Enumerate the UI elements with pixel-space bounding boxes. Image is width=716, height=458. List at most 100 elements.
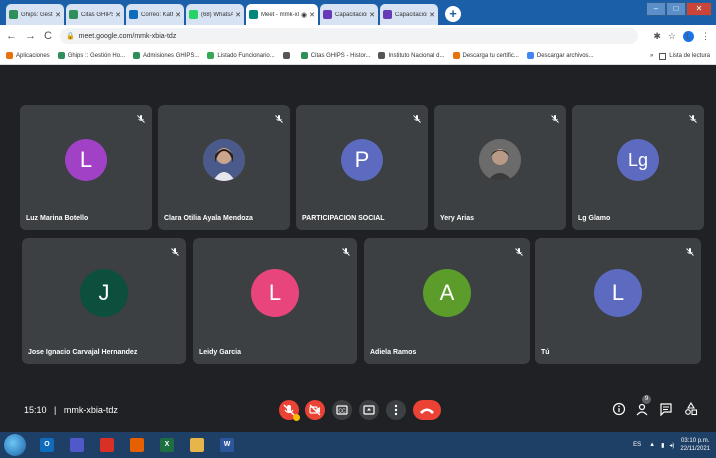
audio-icon[interactable]: ◉ [301, 11, 307, 19]
reload-icon[interactable]: C [44, 30, 52, 42]
forms-icon [383, 10, 392, 19]
tab-label: Capacitación Debe [335, 11, 368, 18]
firefox-icon[interactable] [124, 435, 150, 455]
participant-avatar: Lg [617, 138, 659, 181]
minimize-button[interactable]: – [646, 2, 666, 16]
participant-tile[interactable]: Lg Lg Glamo [572, 105, 704, 230]
participant-photo [203, 138, 245, 181]
close-window-button[interactable]: ✕ [686, 2, 712, 16]
bookmark-icon [526, 52, 534, 59]
participant-avatar: L [65, 138, 107, 181]
reading-list-link[interactable]: Lista de lectura [669, 53, 710, 59]
maximize-button[interactable]: □ [666, 2, 686, 16]
bookmark-label: Descargar archivos... [536, 52, 594, 59]
new-tab-button[interactable]: + [445, 6, 461, 22]
bookmark-label: Aplicaciones [16, 52, 50, 59]
chrome-icon[interactable] [94, 435, 120, 455]
participant-tile[interactable]: J Jose Ignacio Carvajal Hernandez [22, 238, 186, 364]
browser-tab[interactable]: (68) WhatsApp✕ [186, 4, 244, 25]
network-icon[interactable]: ▮ [661, 442, 664, 449]
forward-icon[interactable]: → [25, 30, 36, 42]
participant-name: Clara Otilia Ayala Mendoza [164, 215, 253, 222]
bookmark-label: Listado Funcionario... [217, 52, 275, 59]
outlook-icon[interactable]: O [34, 435, 60, 455]
close-tab-icon[interactable]: ✕ [429, 11, 435, 19]
browser-tab[interactable]: Meet - mmk-xl ◉ ✕ [246, 4, 318, 25]
bookmark-icon [452, 52, 460, 59]
browser-tab[interactable]: Correo: Katherine✕ [126, 4, 184, 25]
bookmark-label: Ghips :: Gestión Ho... [67, 52, 126, 59]
participant-name: Leidy Garcia [199, 349, 242, 356]
language-indicator[interactable]: ES [633, 442, 641, 448]
bookmark-item[interactable]: Admisiones GHIPS... [133, 52, 199, 59]
participant-tile[interactable]: L Luz Marina Botello [20, 105, 152, 230]
bookmark-item[interactable]: Citas GHIPS - Histor... [300, 52, 370, 59]
bookmark-label: Admisiones GHIPS... [143, 52, 200, 59]
bookmarks-more-icon[interactable]: » [650, 53, 653, 59]
close-tab-icon[interactable]: ✕ [309, 11, 315, 19]
back-icon[interactable]: ← [6, 30, 17, 42]
close-tab-icon[interactable]: ✕ [175, 11, 181, 19]
bookmark-item[interactable]: Descarga tu certific... [452, 52, 519, 59]
reading-list-icon[interactable] [659, 52, 667, 60]
bookmark-item[interactable]: Instituto Nacional d... [378, 52, 445, 59]
bookmark-item[interactable]: Listado Funcionario... [207, 52, 275, 59]
browser-tab[interactable]: Ghips: Gestión Hos✕ [6, 4, 64, 25]
clock[interactable]: 03:10 p.m. 22/11/2021 [680, 437, 710, 453]
people-icon[interactable] [635, 402, 649, 416]
app-glyph: X [160, 438, 174, 452]
chat-icon[interactable] [659, 402, 673, 417]
bookmark-item[interactable]: Aplicaciones [6, 52, 50, 59]
browser-tab[interactable]: Citas GHIPS - Histo✕ [66, 4, 124, 25]
start-button[interactable] [4, 434, 26, 456]
folder-icon[interactable] [184, 435, 210, 455]
present-screen-button[interactable] [359, 400, 379, 420]
participant-tile[interactable]: P PARTICIPACION SOCIAL [296, 105, 428, 230]
participant-tile[interactable]: A Adiela Ramos [364, 238, 530, 364]
close-tab-icon[interactable]: ✕ [55, 11, 61, 19]
close-tab-icon[interactable]: ✕ [235, 11, 241, 19]
app-glyph [100, 438, 114, 452]
profile-avatar[interactable]: L [683, 30, 694, 42]
participant-tile[interactable]: Yery Arias [434, 105, 566, 230]
muted-mic-icon [685, 244, 695, 256]
url-field[interactable]: 🔒 meet.google.com/mmk-xbia-tdz [59, 28, 639, 44]
meeting-details-icon[interactable] [612, 402, 626, 416]
more-options-button[interactable] [386, 400, 406, 420]
browser-tab[interactable]: Capacitación Debe✕ [320, 4, 378, 25]
word-icon[interactable]: W [214, 435, 240, 455]
window-controls: – □ ✕ [646, 2, 712, 16]
camera-off-button[interactable] [305, 400, 325, 420]
activities-icon[interactable] [684, 401, 698, 416]
app-glyph: W [220, 438, 234, 452]
leave-call-button[interactable] [413, 400, 441, 420]
screen: Ghips: Gestión Hos✕Citas GHIPS - Histo✕C… [0, 0, 716, 458]
forms-icon [323, 10, 332, 19]
tray-arrow-icon[interactable]: ▲ [649, 442, 655, 448]
muted-mic-icon [412, 111, 422, 123]
svg-text:CC: CC [338, 409, 346, 415]
ghips-icon [9, 10, 18, 19]
bookmark-item[interactable]: Ghips :: Gestión Ho... [57, 52, 126, 59]
bookmark-star-icon[interactable]: ☆ [668, 31, 676, 42]
extension-icon[interactable]: ✱ [653, 31, 661, 42]
participant-name: Jose Ignacio Carvajal Hernandez [28, 349, 138, 356]
bookmark-label: Descarga tu certific... [462, 52, 519, 59]
teams-icon[interactable] [64, 435, 90, 455]
browser-menu-icon[interactable]: ⋮ [701, 31, 710, 42]
bookmark-item[interactable] [282, 52, 293, 59]
outlook-icon [129, 10, 138, 19]
participant-tile[interactable]: L Leidy Garcia [193, 238, 357, 364]
volume-icon[interactable]: ◂) [669, 442, 674, 449]
close-tab-icon[interactable]: ✕ [369, 11, 375, 19]
participant-tile[interactable]: L Tú [535, 238, 701, 364]
participant-tile[interactable]: Clara Otilia Ayala Mendoza [158, 105, 290, 230]
browser-tab[interactable]: Capacitación Debe✕ [380, 4, 438, 25]
whatsapp-icon [189, 10, 198, 19]
captions-button[interactable]: CC [332, 400, 352, 420]
app-glyph [130, 438, 144, 452]
tab-label: Ghips: Gestión Hos [21, 11, 53, 18]
bookmark-item[interactable]: Descargar archivos... [526, 52, 594, 59]
close-tab-icon[interactable]: ✕ [115, 11, 121, 19]
excel-icon[interactable]: X [154, 435, 180, 455]
